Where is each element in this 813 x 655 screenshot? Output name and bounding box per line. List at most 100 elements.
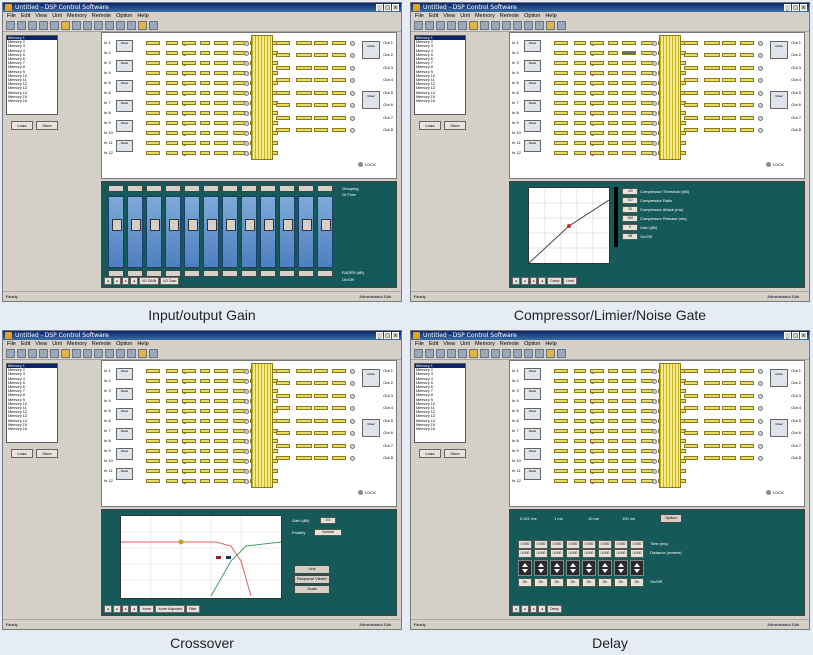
menu-file[interactable]: File [415,12,424,20]
dsp-block[interactable] [574,469,586,473]
dsp-block[interactable] [182,419,196,423]
input-group-box[interactable]: Mask [524,428,541,440]
output-block[interactable] [332,369,346,373]
menu-edit[interactable]: Edit [429,340,438,348]
mute-dot[interactable] [652,479,657,484]
output-block[interactable] [684,78,698,82]
output-block[interactable] [704,456,720,460]
fader-knob[interactable] [283,219,293,231]
mute-dot[interactable] [758,116,763,121]
copy-icon[interactable] [72,21,81,30]
maximize-button[interactable]: □ [792,4,799,11]
output-block[interactable] [722,128,736,132]
crosspoint-matrix[interactable] [659,363,681,488]
output-group-box[interactable]: Mask [362,91,380,109]
dsp-block[interactable] [590,439,604,443]
panel-tab[interactable]: Comp [547,277,563,285]
delay-spinner[interactable] [534,560,548,576]
output-block[interactable] [722,419,736,423]
dsp-block[interactable] [146,379,160,383]
output-block[interactable] [314,66,328,70]
dsp-block[interactable] [182,61,196,65]
redo-icon[interactable] [116,21,125,30]
dsp-block[interactable] [622,419,636,423]
mute-dot[interactable] [350,381,355,386]
dsp-block[interactable] [622,101,636,105]
output-block[interactable] [332,116,346,120]
gain-fader-strip[interactable] [127,196,143,268]
delay-spinner[interactable] [598,560,612,576]
menu-view[interactable]: View [35,340,47,348]
settings-icon[interactable] [149,21,158,30]
dsp-block[interactable] [554,469,568,473]
delay-time-box[interactable]: 0.000 [534,540,548,549]
input-group-box[interactable]: Mask [116,80,133,92]
menu-remote[interactable]: Remote [92,12,111,20]
output-block[interactable] [276,369,290,373]
dsp-block[interactable] [200,369,210,373]
redo-icon[interactable] [116,349,125,358]
paste-icon[interactable] [491,21,500,30]
dsp-block[interactable] [590,121,604,125]
output-block[interactable] [722,369,736,373]
dsp-block[interactable] [554,101,568,105]
dsp-block[interactable] [622,369,636,373]
arrow-up-icon[interactable] [634,563,640,567]
dsp-block[interactable] [608,131,618,135]
fader-knob[interactable] [188,219,198,231]
mute-dot[interactable] [244,121,249,126]
dsp-block[interactable] [608,51,618,55]
mute-dot[interactable] [758,419,763,424]
dsp-block[interactable] [214,111,228,115]
dsp-block[interactable] [622,479,636,483]
delay-unit-radio[interactable]: 1 ms [554,516,563,521]
output-block[interactable] [684,369,698,373]
dsp-block[interactable] [574,369,586,373]
dsp-block[interactable] [182,41,196,45]
output-block[interactable] [740,53,754,57]
dsp-block[interactable] [574,91,586,95]
crossover-action-button[interactable]: Scale [294,585,330,594]
output-block[interactable] [704,128,720,132]
output-block[interactable] [704,41,720,45]
mute-dot[interactable] [652,459,657,464]
mute-dot[interactable] [244,141,249,146]
output-block[interactable] [314,406,328,410]
memory-list[interactable]: Memory 1 Memory 2 Memory 3 Memory 4 Memory 5… [6,363,58,443]
output-block[interactable] [704,431,720,435]
gain-preset-box[interactable] [203,185,219,192]
dsp-block[interactable] [574,41,586,45]
gain-preset-box[interactable] [317,185,333,192]
dsp-block[interactable] [590,369,604,373]
output-block[interactable] [684,394,698,398]
new-icon[interactable] [6,21,15,30]
mute-dot[interactable] [652,141,657,146]
print-icon[interactable] [447,21,456,30]
dsp-block[interactable] [622,151,636,155]
delay-time-box[interactable]: 0.000 [518,540,532,549]
mute-dot[interactable] [652,419,657,424]
mute-dot[interactable] [652,91,657,96]
output-block[interactable] [332,456,346,460]
dsp-block[interactable] [554,111,568,115]
dsp-block[interactable] [182,51,196,55]
save-icon[interactable] [436,349,445,358]
dsp-block[interactable] [146,41,160,45]
mute-dot[interactable] [244,429,249,434]
dsp-block[interactable] [608,91,618,95]
dsp-block[interactable] [166,131,178,135]
menu-edit[interactable]: Edit [429,12,438,20]
open-icon[interactable] [17,349,26,358]
delay-distance-box[interactable]: 0.000 [550,549,564,558]
output-block[interactable] [740,406,754,410]
store-button[interactable]: Store [36,449,58,458]
dsp-block[interactable] [146,409,160,413]
gain-preset-box[interactable] [108,185,124,192]
output-block[interactable] [704,66,720,70]
dsp-block[interactable] [146,101,160,105]
dsp-block[interactable] [554,151,568,155]
dsp-block[interactable] [182,439,196,443]
dsp-block[interactable] [622,409,636,413]
dsp-block[interactable] [214,419,228,423]
gain-fader-strip[interactable] [317,196,333,268]
